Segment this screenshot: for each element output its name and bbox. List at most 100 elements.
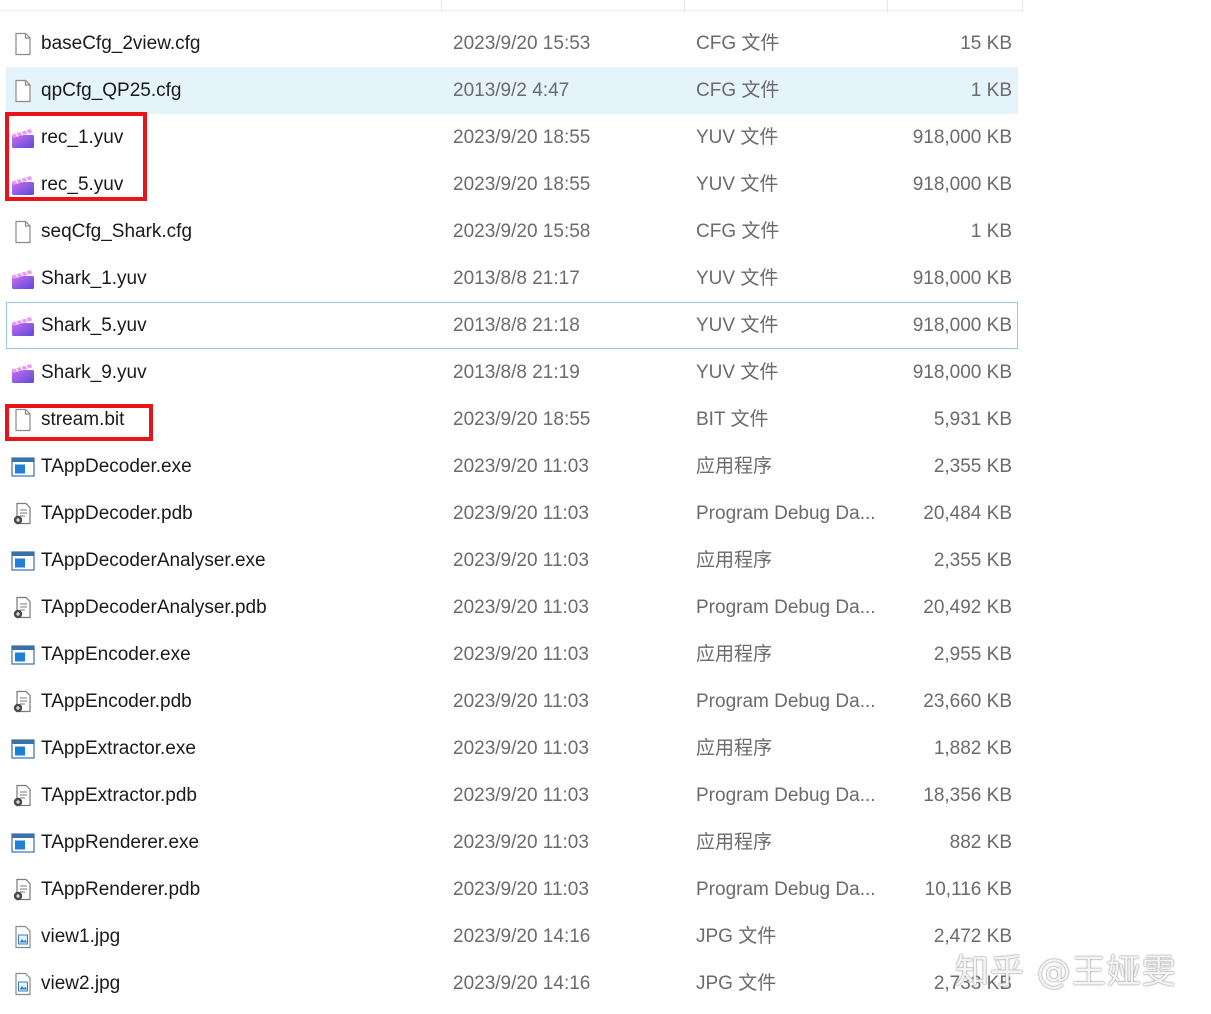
file-date-modified: 2013/8/8 21:17 — [453, 268, 580, 289]
file-name: Shark_1.yuv — [41, 268, 147, 289]
file-size: 918,000 KB — [912, 268, 1012, 289]
file-name: TAppRenderer.exe — [41, 832, 200, 853]
file-size: 10,116 KB — [924, 879, 1012, 900]
file-type: CFG 文件 — [696, 80, 780, 101]
file-date-modified: 2023/9/20 11:03 — [453, 503, 589, 524]
file-date-modified: 2023/9/20 11:03 — [453, 550, 589, 571]
file-size: 918,000 KB — [912, 127, 1012, 148]
file-row[interactable]: TAppDecoder.exe 2023/9/20 11:03 应用程序 2,355 … — [6, 443, 1018, 490]
watermark: 知乎 @王娅雯 — [955, 952, 1177, 992]
file-list: baseCfg_2view.cfg 2023/9/20 15:53 CFG 文件 15… — [6, 20, 1018, 1007]
file-date-modified: 2013/8/8 21:19 — [453, 362, 580, 383]
file-type: Program Debug Da... — [696, 691, 876, 712]
file-size: 1 KB — [970, 221, 1012, 242]
file-type: Program Debug Da... — [696, 503, 876, 524]
pdb-icon — [11, 502, 35, 526]
file-size: 882 KB — [949, 832, 1012, 853]
column-header-bar — [0, 0, 1024, 12]
file-row[interactable]: qpCfg_QP25.cfg 2013/9/2 4:47 CFG 文件 1 KB — [6, 67, 1018, 114]
pdb-icon — [11, 596, 35, 620]
red-highlight-box-stream-bit — [5, 404, 153, 441]
file-row[interactable]: Shark_5.yuv 2013/8/8 21:18 YUV 文件 918,000 K… — [6, 302, 1018, 349]
file-row[interactable]: TAppDecoderAnalyser.pdb 2023/9/20 11:03 Pr… — [6, 584, 1018, 631]
file-type: 应用程序 — [696, 644, 773, 665]
file-type: Program Debug Da... — [696, 785, 876, 806]
file-size: 1 KB — [970, 80, 1012, 101]
file-name: TAppExtractor.pdb — [41, 785, 197, 806]
file-row[interactable]: rec_5.yuv 2023/9/20 18:55 YUV 文件 918,000 KB — [6, 161, 1018, 208]
file-row[interactable]: rec_1.yuv 2023/9/20 18:55 YUV 文件 918,000 KB — [6, 114, 1018, 161]
file-row[interactable]: TAppDecoderAnalyser.exe 2023/9/20 11:03 应用… — [6, 537, 1018, 584]
file-date-modified: 2023/9/20 11:03 — [453, 738, 589, 759]
file-row[interactable]: TAppEncoder.exe 2023/9/20 11:03 应用程序 2,955 … — [6, 631, 1018, 678]
file-size: 918,000 KB — [912, 174, 1012, 195]
file-type: YUV 文件 — [696, 315, 779, 336]
file-row[interactable]: TAppRenderer.exe 2023/9/20 11:03 应用程序 882 K… — [6, 819, 1018, 866]
file-size: 918,000 KB — [912, 362, 1012, 383]
file-row[interactable]: view1.jpg 2023/9/20 14:16 JPG 文件 2,472 KB — [6, 913, 1018, 960]
pdb-icon — [11, 690, 35, 714]
file-date-modified: 2023/9/20 11:03 — [453, 644, 589, 665]
file-date-modified: 2023/9/20 14:16 — [453, 973, 591, 994]
column-divider[interactable] — [684, 0, 685, 12]
file-type: Program Debug Da... — [696, 879, 876, 900]
file-name: TAppEncoder.pdb — [41, 691, 192, 712]
file-size: 15 KB — [960, 33, 1012, 54]
image-file-icon — [11, 972, 35, 996]
file-name: baseCfg_2view.cfg — [41, 33, 201, 54]
file-name: TAppDecoder.exe — [41, 456, 192, 477]
file-date-modified: 2023/9/20 11:03 — [453, 832, 589, 853]
video-clapper-icon — [11, 314, 35, 338]
file-type: YUV 文件 — [696, 268, 779, 289]
red-highlight-box-rec-files — [5, 112, 147, 201]
file-date-modified: 2023/9/20 11:03 — [453, 456, 589, 477]
file-size: 2,355 KB — [933, 456, 1012, 477]
file-row[interactable]: TAppRenderer.pdb 2023/9/20 11:03 Program D… — [6, 866, 1018, 913]
file-row[interactable]: baseCfg_2view.cfg 2023/9/20 15:53 CFG 文件 15… — [6, 20, 1018, 67]
file-name: TAppDecoderAnalyser.pdb — [41, 597, 267, 618]
file-type: Program Debug Da... — [696, 597, 876, 618]
file-date-modified: 2023/9/20 11:03 — [453, 691, 589, 712]
column-divider[interactable] — [887, 0, 888, 12]
file-name: TAppEncoder.exe — [41, 644, 191, 665]
file-name: TAppDecoder.pdb — [41, 503, 193, 524]
file-size: 918,000 KB — [912, 315, 1012, 336]
file-date-modified: 2013/8/8 21:18 — [453, 315, 580, 336]
file-name: Shark_5.yuv — [41, 315, 147, 336]
file-icon — [11, 32, 35, 56]
file-size: 2,355 KB — [933, 550, 1012, 571]
exe-icon — [11, 643, 35, 667]
file-date-modified: 2023/9/20 18:55 — [453, 174, 591, 195]
file-type: 应用程序 — [696, 550, 773, 571]
video-clapper-icon — [11, 361, 35, 385]
file-row[interactable]: view2.jpg 2023/9/20 14:16 JPG 文件 2,733 KB — [6, 960, 1018, 1007]
file-name: view1.jpg — [41, 926, 121, 947]
file-row[interactable]: Shark_1.yuv 2013/8/8 21:17 YUV 文件 918,000 K… — [6, 255, 1018, 302]
file-row[interactable]: stream.bit 2023/9/20 18:55 BIT 文件 5,931 KB — [6, 396, 1018, 443]
file-name: TAppDecoderAnalyser.exe — [41, 550, 266, 571]
file-row[interactable]: TAppExtractor.pdb 2023/9/20 11:03 Program … — [6, 772, 1018, 819]
file-type: JPG 文件 — [696, 973, 777, 994]
column-divider[interactable] — [441, 0, 442, 12]
file-type: YUV 文件 — [696, 362, 779, 383]
file-row[interactable]: Shark_9.yuv 2013/8/8 21:19 YUV 文件 918,000 K… — [6, 349, 1018, 396]
file-row[interactable]: TAppEncoder.pdb 2023/9/20 11:03 Program De… — [6, 678, 1018, 725]
file-type: 应用程序 — [696, 738, 773, 759]
exe-icon — [11, 831, 35, 855]
file-row[interactable]: TAppExtractor.exe 2023/9/20 11:03 应用程序 1,88… — [6, 725, 1018, 772]
file-size: 18,356 KB — [923, 785, 1012, 806]
column-divider[interactable] — [1022, 0, 1023, 12]
file-row[interactable]: TAppDecoder.pdb 2023/9/20 11:03 Program De… — [6, 490, 1018, 537]
file-row[interactable]: seqCfg_Shark.cfg 2023/9/20 15:58 CFG 文件 1 K… — [6, 208, 1018, 255]
file-size: 20,492 KB — [923, 597, 1012, 618]
file-size: 1,882 KB — [933, 738, 1012, 759]
video-clapper-icon — [11, 267, 35, 291]
pdb-icon — [11, 784, 35, 808]
file-name: seqCfg_Shark.cfg — [41, 221, 193, 242]
image-file-icon — [11, 925, 35, 949]
file-name: Shark_9.yuv — [41, 362, 147, 383]
file-icon — [11, 220, 35, 244]
file-type: 应用程序 — [696, 832, 773, 853]
exe-icon — [11, 455, 35, 479]
file-type: YUV 文件 — [696, 174, 779, 195]
